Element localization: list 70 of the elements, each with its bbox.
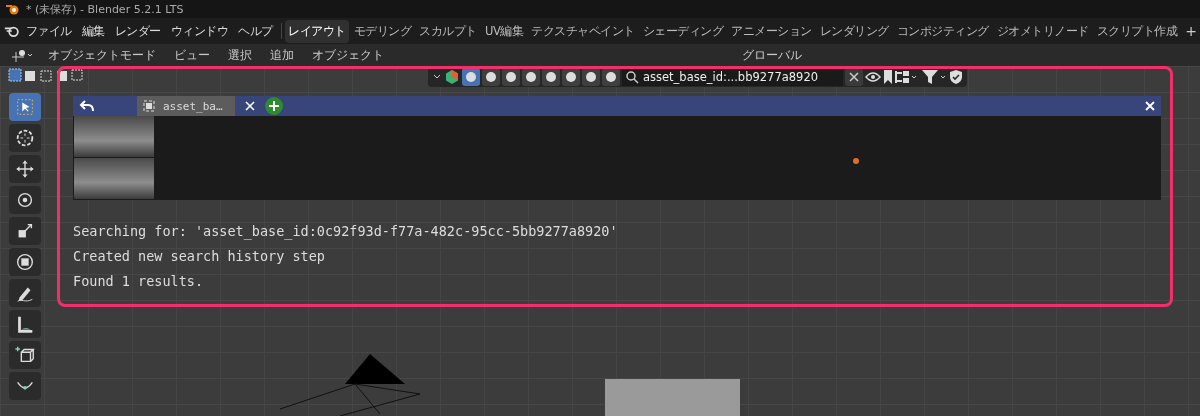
rotate-tool-button[interactable]	[9, 186, 41, 214]
header-menu[interactable]: オブジェクト	[308, 44, 388, 66]
circle-icon	[505, 71, 517, 83]
hierarchy-icon[interactable]	[895, 70, 919, 84]
browser-tab[interactable]: asset_ba…	[137, 96, 235, 116]
search-icon	[626, 70, 639, 84]
plus-icon	[268, 101, 279, 111]
workspace-tab[interactable]: スカルプト	[416, 19, 480, 43]
menu-item[interactable]: ヘルプ	[234, 20, 277, 42]
app-logo-icon	[6, 3, 20, 15]
circle-icon	[525, 71, 537, 83]
log-line: Found 1 results.	[73, 272, 205, 290]
select-tool-button[interactable]	[9, 93, 41, 121]
shield-check-icon[interactable]	[949, 69, 963, 85]
photo-placeholder[interactable]	[74, 158, 154, 199]
transform-tool-button[interactable]	[9, 248, 41, 276]
close-icon[interactable]	[1145, 101, 1155, 111]
orientation-dropdown[interactable]: グローバル	[738, 44, 806, 66]
move-icon	[14, 158, 36, 180]
curve-tool-button[interactable]	[9, 372, 41, 400]
workspace-tab[interactable]: ジオメトリノード	[993, 19, 1092, 43]
selection-mode-icon[interactable]	[8, 68, 84, 82]
circle-icon	[585, 71, 597, 83]
add-workspace-button[interactable]: +	[1182, 23, 1200, 39]
close-icon	[244, 100, 255, 111]
circle-icon	[605, 71, 617, 83]
header-menu[interactable]: ビュー	[170, 44, 214, 66]
annotate-tool-button[interactable]	[9, 279, 41, 307]
scale-tool-button[interactable]	[9, 217, 41, 245]
circle-icon	[565, 71, 577, 83]
header-menu[interactable]: 追加	[266, 44, 298, 66]
log-line: Created new search history step	[73, 247, 326, 265]
eye-icon[interactable]	[865, 71, 881, 83]
circle-icon	[465, 71, 477, 83]
menu-item[interactable]: レンダー	[110, 20, 165, 42]
workspace-tab[interactable]: モデリング	[350, 19, 415, 43]
workspace-tab[interactable]: レイアウト	[285, 19, 349, 43]
menu-item[interactable]: ウィンドウ	[166, 20, 233, 42]
workspace-tab[interactable]: コンポジティング	[893, 19, 992, 43]
select-icon	[14, 96, 36, 118]
object-icon	[143, 100, 155, 112]
circle-icon	[485, 71, 497, 83]
origin-dot	[853, 158, 859, 164]
log-line: Searching for: 'asset_base_id:0c92f93d-f77a-482c-95cc-5bb9277a8920'	[73, 222, 619, 240]
measure-tool-button[interactable]	[9, 310, 41, 338]
close-icon	[849, 72, 859, 82]
app-logo-icon[interactable]	[4, 24, 20, 38]
back-arrow-icon[interactable]	[79, 98, 95, 114]
cursor-tool-button[interactable]	[9, 124, 41, 152]
move-tool-button[interactable]	[9, 155, 41, 183]
hexagon-icon[interactable]	[444, 69, 460, 85]
transform-icon	[14, 251, 36, 273]
mode-dropdown[interactable]: オブジェクトモード	[44, 44, 160, 66]
workspace-tab[interactable]: UV編集	[481, 19, 527, 43]
workspace-tab[interactable]: シェーディング	[639, 19, 727, 43]
workspace-tab[interactable]: アニメーション	[728, 19, 815, 43]
add-cube-tool-button[interactable]	[9, 341, 41, 369]
menu-item[interactable]: ファイル	[21, 20, 76, 42]
workspace-tab[interactable]: スクリプト作成	[1093, 19, 1181, 43]
add-tab-button[interactable]	[264, 97, 283, 115]
menu-item[interactable]: 編集	[77, 20, 109, 42]
filter-icon[interactable]	[921, 69, 947, 85]
workspace-tab[interactable]: レンダリング	[816, 19, 892, 43]
circle-icon	[545, 71, 557, 83]
transform-pivot-icon[interactable]	[10, 48, 34, 62]
cursor-icon	[14, 127, 36, 149]
window-title: * (未保存) - Blender 5.2.1 LTS	[26, 1, 184, 17]
workspace-tab[interactable]: テクスチャペイント	[528, 19, 638, 43]
bookmark-icon[interactable]	[883, 70, 893, 84]
header-menu[interactable]: 選択	[224, 44, 256, 66]
